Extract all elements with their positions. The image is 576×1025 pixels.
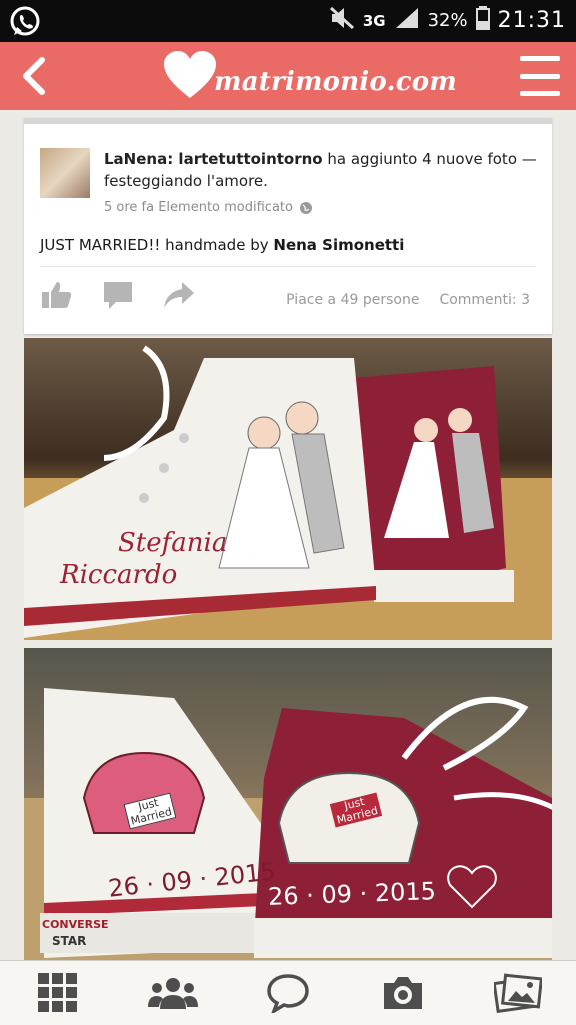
post-photo-2[interactable]: Just Married Just Married 26 · 09 · 2015…: [24, 648, 552, 960]
post-meta: 5 ore fa Elemento modificato: [104, 200, 313, 215]
brand-logo[interactable]: matrimonio.com: [162, 50, 457, 102]
post-stats: Piace a 49 persone Commenti: 3: [286, 292, 530, 308]
post-author[interactable]: LaNena: lartetuttointorno: [104, 150, 323, 168]
share-icon: [164, 282, 194, 308]
status-bar: 3G 32% 21:31: [0, 0, 576, 42]
shoe-name-2: Riccardo: [60, 560, 178, 590]
heart-icon: [164, 51, 216, 98]
post-photo-1[interactable]: Stefania Riccardo: [24, 338, 552, 640]
avatar[interactable]: [40, 148, 90, 198]
menu-line: [520, 56, 560, 61]
date-text-2: 26 · 09 · 2015: [267, 877, 437, 911]
post-actions: [40, 280, 196, 314]
community-button[interactable]: [143, 968, 203, 1018]
mute-icon: [329, 6, 355, 35]
content-area[interactable]: LaNena: lartetuttointorno ha aggiunto 4 …: [0, 110, 576, 960]
signal-icon: [394, 6, 420, 35]
comments-count[interactable]: Commenti: 3: [439, 292, 530, 308]
camera-button[interactable]: [373, 968, 433, 1018]
gallery-button[interactable]: [488, 968, 548, 1018]
comment-icon: [104, 282, 132, 309]
post-text-prefix: JUST MARRIED!! handmade by: [40, 236, 269, 254]
post-time: 5 ore fa Elemento modificato: [104, 200, 293, 215]
network-type: 3G: [362, 11, 386, 30]
grid-icon: [37, 973, 77, 1012]
community-icon: [147, 978, 198, 1009]
post-text: JUST MARRIED!! handmade by Nena Simonett…: [40, 236, 404, 254]
grid-button[interactable]: [28, 968, 88, 1018]
brand-text-2: STAR: [52, 934, 87, 948]
sneakers-bride-groom-image: [24, 345, 552, 640]
likes-count[interactable]: Piace a 49 persone: [286, 292, 419, 308]
sneakers-wedding-car-image: [24, 688, 552, 960]
chat-button[interactable]: [258, 968, 318, 1018]
menu-line: [520, 73, 560, 79]
menu-button[interactable]: [520, 56, 560, 96]
shoe-name-1: Stefania: [118, 528, 228, 558]
whatsapp-icon: [8, 5, 42, 43]
comment-button[interactable]: [102, 280, 134, 314]
brand-text-1: CONVERSE: [42, 918, 109, 931]
brand-name: matrimonio.com: [214, 67, 457, 97]
bottom-nav: [0, 960, 576, 1025]
battery-icon: [475, 6, 490, 35]
app-bar: matrimonio.com: [0, 42, 576, 110]
divider: [40, 266, 536, 267]
post-card: LaNena: lartetuttointorno ha aggiunto 4 …: [24, 118, 552, 334]
camera-icon: [384, 977, 423, 1009]
menu-line: [520, 91, 560, 96]
post-text-name[interactable]: Nena Simonetti: [273, 236, 404, 254]
back-button[interactable]: [14, 52, 54, 100]
clock: 21:31: [497, 8, 566, 33]
globe-icon: [299, 201, 312, 214]
like-button[interactable]: [40, 280, 74, 314]
share-button[interactable]: [162, 280, 196, 314]
chat-icon: [267, 974, 309, 1013]
post-header: LaNena: lartetuttointorno ha aggiunto 4 …: [104, 148, 544, 192]
battery-text: 32%: [427, 10, 468, 31]
thumbs-up-icon: [42, 282, 72, 308]
chevron-left-icon: [23, 57, 45, 95]
gallery-icon: [494, 973, 543, 1013]
